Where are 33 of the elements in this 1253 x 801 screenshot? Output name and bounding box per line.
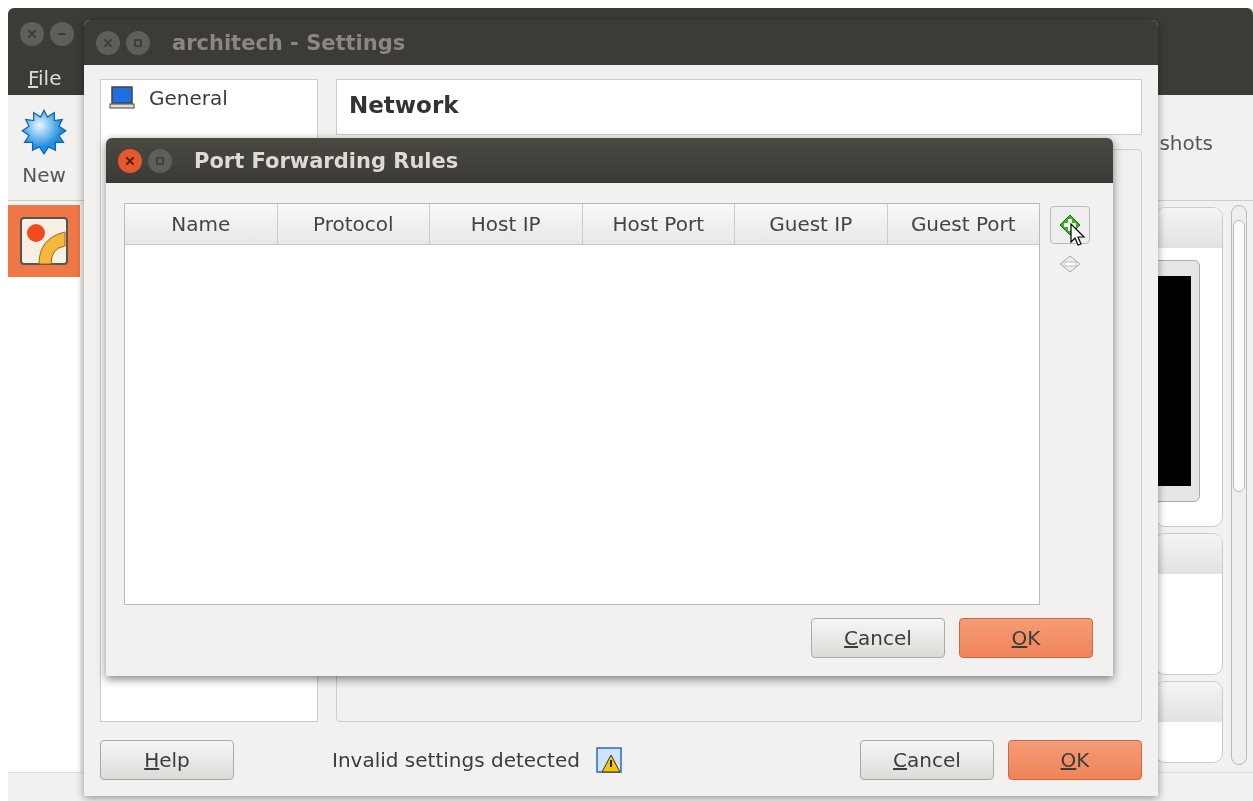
window-title: architech - Settings bbox=[172, 30, 406, 55]
column-header[interactable]: Guest IP bbox=[735, 204, 888, 244]
section-item[interactable]: General bbox=[107, 86, 311, 110]
warning-icon bbox=[595, 747, 622, 773]
column-header[interactable]: Host Port bbox=[582, 204, 735, 244]
page-title: Network bbox=[336, 79, 1142, 135]
maximize-icon[interactable] bbox=[126, 30, 150, 55]
minimize-icon[interactable] bbox=[50, 22, 74, 46]
maximize-icon[interactable] bbox=[148, 148, 172, 173]
column-header[interactable]: Host IP bbox=[430, 204, 583, 244]
ok-button[interactable]: OK bbox=[1008, 740, 1142, 780]
scrollbar[interactable] bbox=[1231, 205, 1247, 765]
column-header[interactable]: Name bbox=[125, 204, 278, 244]
monitor-icon bbox=[109, 86, 135, 110]
pointer-icon bbox=[1070, 223, 1086, 247]
panel-header bbox=[1156, 208, 1222, 248]
close-icon[interactable] bbox=[96, 30, 120, 55]
column-header[interactable]: Protocol bbox=[277, 204, 430, 244]
cancel-button[interactable]: Cancel bbox=[860, 740, 994, 780]
column-header[interactable]: Guest Port bbox=[887, 204, 1039, 244]
new-button[interactable]: New bbox=[8, 108, 80, 187]
tab-label[interactable]: shots bbox=[1159, 130, 1213, 155]
close-icon[interactable] bbox=[20, 22, 44, 46]
status-message: Invalid settings detected bbox=[332, 748, 580, 772]
close-icon[interactable] bbox=[118, 148, 142, 173]
ok-button[interactable]: OK bbox=[959, 618, 1093, 658]
vm-icon bbox=[19, 216, 69, 266]
help-button[interactable]: Help bbox=[100, 740, 234, 780]
vm-list-item[interactable] bbox=[8, 205, 80, 277]
starburst-icon bbox=[21, 108, 67, 155]
dialog-title: Port Forwarding Rules bbox=[194, 148, 459, 173]
cancel-button[interactable]: Cancel bbox=[811, 618, 945, 658]
menu-item[interactable]: File bbox=[28, 65, 62, 90]
